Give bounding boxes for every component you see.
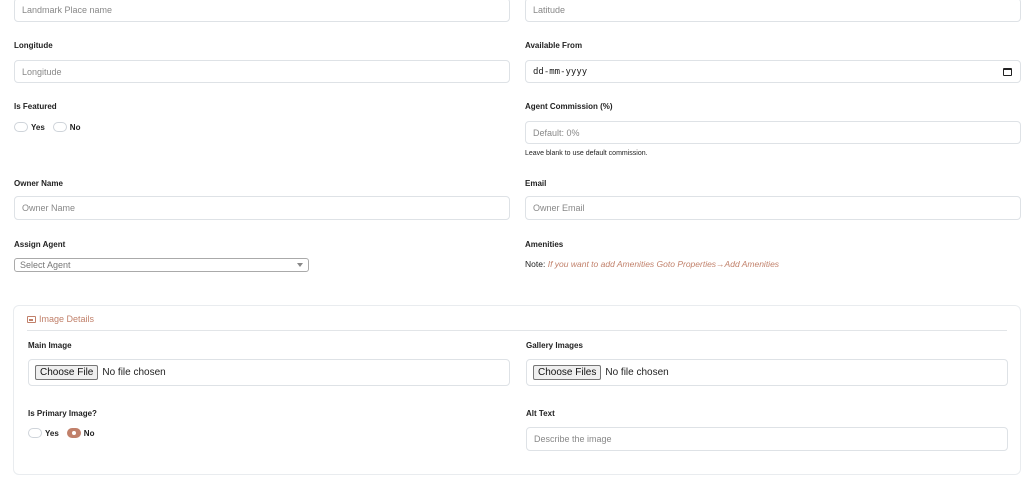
- main-image-file-input[interactable]: Choose File No file chosen: [28, 359, 510, 386]
- calendar-icon[interactable]: [1003, 67, 1012, 76]
- alt-text-input[interactable]: Describe the image: [526, 427, 1008, 451]
- amenities-note: Note: If you want to add Amenities Goto …: [525, 259, 779, 269]
- is-featured-label: Is Featured: [14, 102, 57, 111]
- agent-commission-placeholder: Default: 0%: [533, 127, 580, 138]
- is-primary-yes-radio[interactable]: [28, 428, 42, 438]
- amenities-note-text: If you want to add Amenities Goto Proper…: [547, 259, 780, 269]
- alt-text-placeholder: Describe the image: [534, 434, 612, 444]
- main-image-label: Main Image: [28, 341, 72, 350]
- chevron-down-icon: [297, 263, 303, 267]
- amenities-note-prefix: Note:: [525, 259, 546, 269]
- assign-agent-select[interactable]: Select Agent: [14, 258, 309, 272]
- is-featured-radio-group: Yes No: [14, 122, 88, 132]
- latitude-placeholder: Latitude: [533, 5, 566, 15]
- is-primary-yes-label: Yes: [45, 428, 59, 438]
- email-input[interactable]: Owner Email: [525, 196, 1021, 220]
- gallery-images-status: No file chosen: [605, 367, 669, 378]
- latitude-input[interactable]: Latitude: [525, 0, 1021, 22]
- gallery-images-choose-button[interactable]: Choose Files: [533, 365, 602, 380]
- longitude-placeholder: Longitude: [22, 66, 62, 77]
- longitude-input[interactable]: Longitude: [14, 60, 510, 83]
- gallery-images-file-input[interactable]: Choose Files No file chosen: [526, 359, 1008, 386]
- email-label: Email: [525, 179, 547, 188]
- is-primary-label: Is Primary Image?: [28, 409, 97, 418]
- image-icon: [27, 315, 36, 323]
- agent-commission-input[interactable]: Default: 0%: [525, 121, 1021, 144]
- is-featured-no-option[interactable]: No: [52, 122, 81, 132]
- agent-commission-help: Leave blank to use default commission.: [525, 150, 648, 157]
- gallery-images-label: Gallery Images: [526, 341, 583, 350]
- assign-agent-selected: Select Agent: [20, 260, 71, 270]
- amenities-label: Amenities: [525, 240, 564, 249]
- card-divider: [27, 330, 1007, 331]
- image-details-title: Image Details: [27, 314, 94, 324]
- is-primary-no-radio[interactable]: [66, 428, 81, 438]
- main-image-status: No file chosen: [102, 367, 166, 378]
- available-from-date-input[interactable]: dd-mm-yyyy: [525, 60, 1021, 83]
- available-from-label: Available From: [525, 41, 583, 50]
- image-details-title-text: Image Details: [39, 314, 95, 324]
- is-featured-yes-option[interactable]: Yes: [14, 122, 45, 132]
- is-featured-yes-label: Yes: [31, 122, 45, 132]
- landmark-input[interactable]: Landmark Place name: [14, 0, 510, 22]
- image-details-card: Image Details Main Image Choose File No …: [13, 305, 1021, 475]
- owner-name-placeholder: Owner Name: [22, 203, 76, 213]
- assign-agent-label: Assign Agent: [14, 240, 66, 249]
- owner-name-input[interactable]: Owner Name: [14, 196, 510, 220]
- alt-text-label: Alt Text: [526, 409, 555, 418]
- email-placeholder: Owner Email: [533, 203, 585, 213]
- available-from-value: dd-mm-yyyy: [533, 66, 588, 77]
- is-featured-no-label: No: [69, 122, 81, 132]
- landmark-placeholder: Landmark Place name: [22, 5, 113, 15]
- longitude-label: Longitude: [14, 41, 53, 50]
- is-featured-no-radio[interactable]: [52, 122, 67, 132]
- is-featured-yes-radio[interactable]: [14, 122, 28, 132]
- is-primary-radio-group: Yes No: [28, 428, 102, 438]
- is-primary-yes-option[interactable]: Yes: [28, 428, 59, 438]
- agent-commission-label: Agent Commission (%): [525, 102, 613, 111]
- is-primary-no-label: No: [83, 428, 95, 438]
- main-image-choose-button[interactable]: Choose File: [35, 365, 99, 380]
- is-primary-no-option[interactable]: No: [66, 428, 95, 438]
- owner-name-label: Owner Name: [14, 179, 63, 188]
